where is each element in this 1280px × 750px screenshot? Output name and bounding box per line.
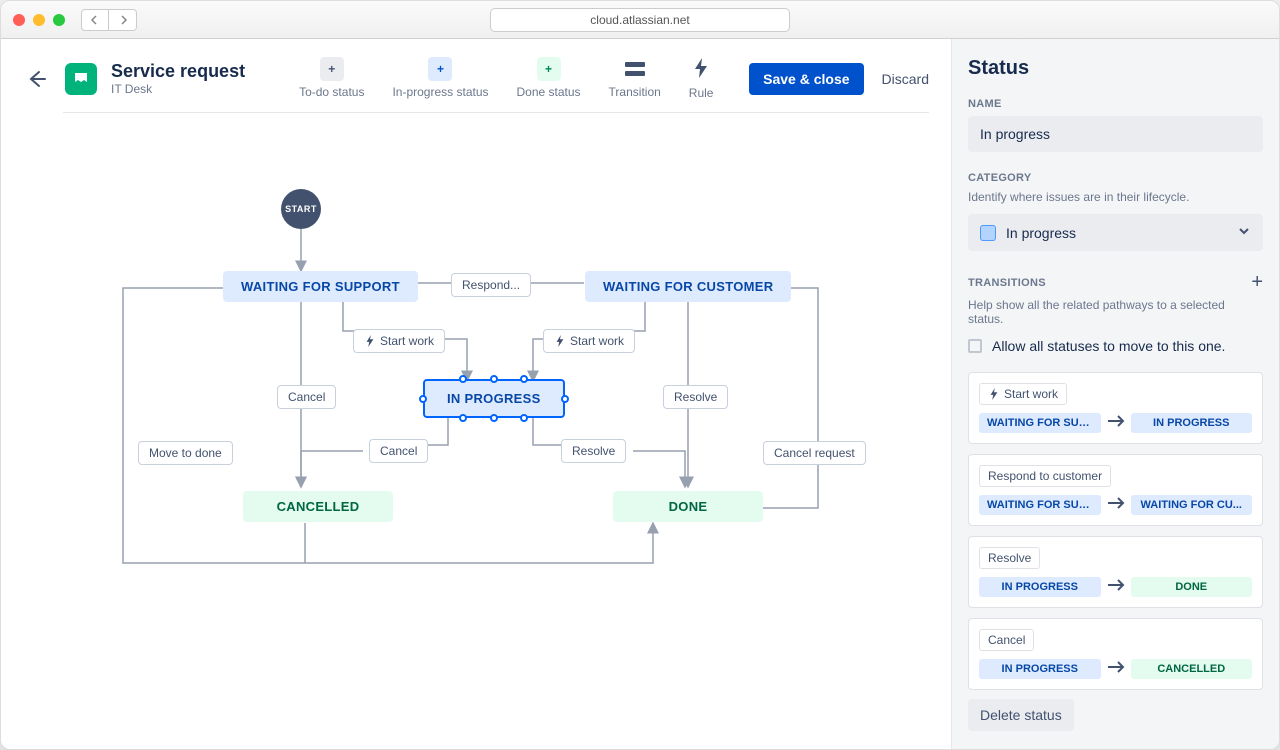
sidebar-title: Status	[968, 57, 1263, 80]
project-icon	[65, 63, 97, 95]
browser-back-button[interactable]	[81, 9, 109, 31]
transition-start-work[interactable]: Start work	[543, 329, 635, 353]
status-done[interactable]: DONE	[613, 491, 763, 522]
status-sidebar: Status NAME CATEGORY Identify where issu…	[951, 39, 1279, 749]
transition-from-pill: WAITING FOR SUP...	[979, 495, 1101, 515]
transitions-label: TRANSITIONS	[968, 277, 1046, 289]
resize-handle[interactable]	[520, 414, 528, 422]
minimize-window-icon[interactable]	[33, 14, 45, 26]
transition-from-pill: IN PROGRESS	[979, 659, 1101, 679]
discard-button[interactable]: Discard	[882, 71, 929, 87]
resize-handle[interactable]	[459, 375, 467, 383]
transition-start-work[interactable]: Start work	[353, 329, 445, 353]
resize-handle[interactable]	[459, 414, 467, 422]
transition-cancel[interactable]: Cancel	[277, 385, 336, 409]
delete-status-button[interactable]: Delete status	[968, 699, 1074, 731]
arrow-right-icon	[1107, 660, 1125, 678]
category-label: CATEGORY	[968, 172, 1263, 184]
transition-move-to-done[interactable]: Move to done	[138, 441, 233, 465]
add-transition-button[interactable]: Transition	[609, 57, 661, 100]
transition-resolve[interactable]: Resolve	[561, 439, 626, 463]
status-label: IN PROGRESS	[447, 391, 541, 406]
transition-name: Cancel	[979, 629, 1034, 651]
transition-respond[interactable]: Respond...	[451, 273, 531, 297]
transition-card[interactable]: Resolve IN PROGRESS DONE	[968, 536, 1263, 608]
allow-all-checkbox[interactable]: Allow all statuses to move to this one.	[968, 338, 1263, 354]
workflow-canvas[interactable]: START WAITING FOR SUPPORT WAITING FOR CU…	[23, 113, 929, 749]
name-label: NAME	[968, 98, 1263, 110]
transition-name: Respond to customer	[979, 465, 1111, 487]
transition-card[interactable]: Cancel IN PROGRESS CANCELLED	[968, 618, 1263, 690]
add-inprogress-status-button[interactable]: +In-progress status	[392, 57, 488, 100]
transition-cancel[interactable]: Cancel	[369, 439, 428, 463]
close-window-icon[interactable]	[13, 14, 25, 26]
tool-label: In-progress status	[392, 85, 488, 99]
add-done-status-button[interactable]: +Done status	[517, 57, 581, 100]
window-titlebar: cloud.atlassian.net	[1, 1, 1279, 39]
tool-label: To-do status	[299, 85, 364, 99]
lightning-icon	[692, 57, 710, 82]
transition-label: Start work	[380, 334, 434, 348]
transition-to-pill: WAITING FOR CU...	[1131, 495, 1253, 515]
add-transition-button[interactable]: +	[1251, 271, 1263, 294]
resize-handle[interactable]	[419, 395, 427, 403]
lightning-icon	[554, 335, 566, 347]
tool-label: Done status	[517, 85, 581, 99]
transition-card[interactable]: Respond to customer WAITING FOR SUP... WAI…	[968, 454, 1263, 526]
lightning-icon	[364, 335, 376, 347]
chevron-down-icon	[1237, 224, 1251, 241]
tool-label: Rule	[689, 86, 714, 100]
status-waiting-for-customer[interactable]: WAITING FOR CUSTOMER	[585, 271, 791, 302]
resize-handle[interactable]	[490, 375, 498, 383]
transition-to-pill: CANCELLED	[1131, 659, 1253, 679]
transition-cancel-request[interactable]: Cancel request	[763, 441, 866, 465]
transition-from-pill: WAITING FOR SUP...	[979, 413, 1101, 433]
transition-to-pill: DONE	[1131, 577, 1253, 597]
transition-icon	[625, 57, 645, 81]
category-hint: Identify where issues are in their lifec…	[968, 190, 1263, 204]
arrow-right-icon	[1107, 414, 1125, 432]
status-in-progress[interactable]: IN PROGRESS	[423, 379, 565, 418]
transition-name: Start work	[979, 383, 1067, 405]
arrow-right-icon	[1107, 578, 1125, 596]
workflow-edges	[23, 113, 929, 749]
add-rule-button[interactable]: Rule	[689, 57, 714, 100]
transitions-hint: Help show all the related pathways to a …	[968, 298, 1263, 326]
category-swatch-icon	[980, 225, 996, 241]
save-button[interactable]: Save & close	[749, 63, 863, 95]
browser-forward-button[interactable]	[109, 9, 137, 31]
transition-to-pill: IN PROGRESS	[1131, 413, 1253, 433]
workflow-title: Service request	[111, 61, 245, 82]
status-name-input[interactable]	[968, 116, 1263, 152]
address-bar[interactable]: cloud.atlassian.net	[490, 8, 790, 32]
resize-handle[interactable]	[520, 375, 528, 383]
transition-resolve[interactable]: Resolve	[663, 385, 728, 409]
resize-handle[interactable]	[490, 414, 498, 422]
tool-label: Transition	[609, 85, 661, 99]
add-todo-status-button[interactable]: +To-do status	[299, 57, 364, 100]
traffic-lights	[13, 14, 65, 26]
category-select[interactable]: In progress	[968, 214, 1263, 251]
transition-label: Start work	[570, 334, 624, 348]
category-value: In progress	[1006, 225, 1076, 241]
maximize-window-icon[interactable]	[53, 14, 65, 26]
transition-name: Resolve	[979, 547, 1040, 569]
arrow-right-icon	[1107, 496, 1125, 514]
status-waiting-for-support[interactable]: WAITING FOR SUPPORT	[223, 271, 418, 302]
resize-handle[interactable]	[561, 395, 569, 403]
project-name: IT Desk	[111, 82, 245, 96]
back-button[interactable]	[23, 65, 51, 93]
start-node[interactable]: START	[281, 189, 321, 229]
transition-card[interactable]: Start work WAITING FOR SUP... IN PROGRESS	[968, 372, 1263, 444]
status-cancelled[interactable]: CANCELLED	[243, 491, 393, 522]
transition-from-pill: IN PROGRESS	[979, 577, 1101, 597]
checkbox-icon	[968, 339, 982, 353]
checkbox-label: Allow all statuses to move to this one.	[992, 338, 1225, 354]
